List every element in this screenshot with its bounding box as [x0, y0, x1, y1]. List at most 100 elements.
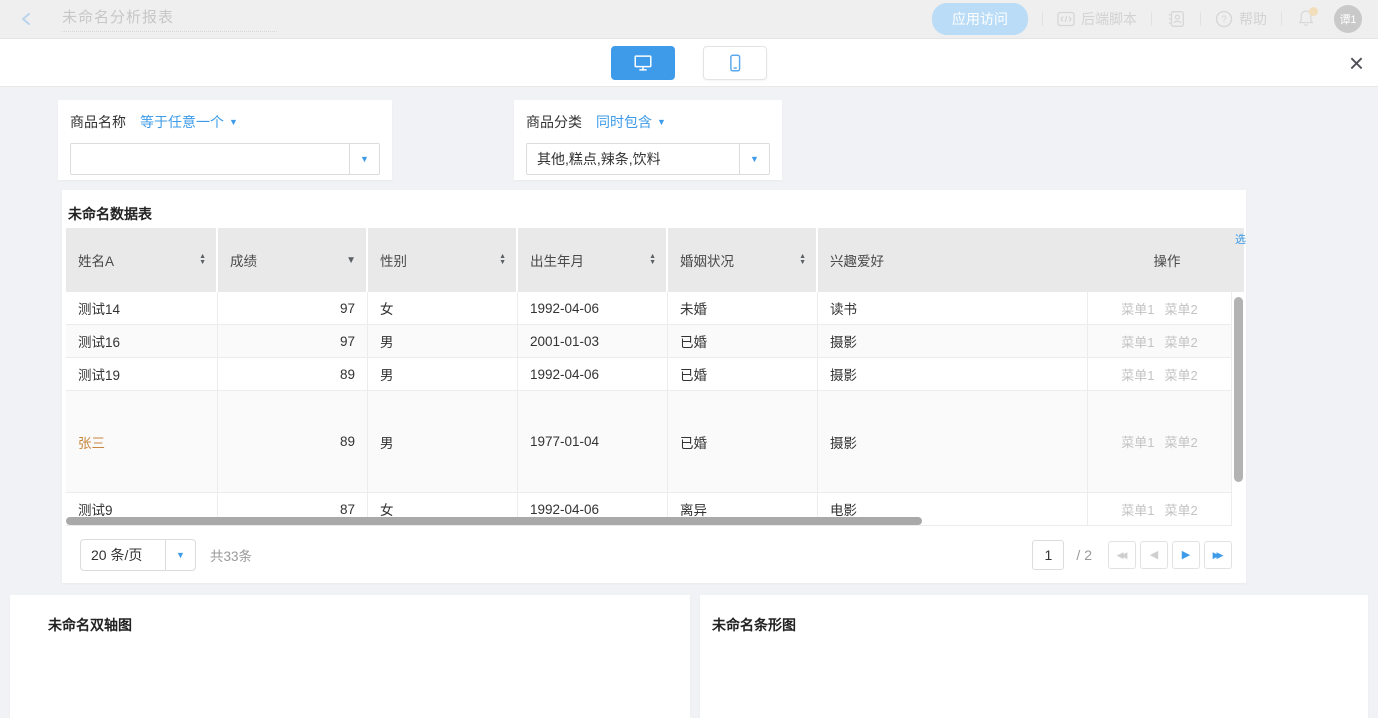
horizontal-scrollbar[interactable]: [66, 517, 922, 525]
table-cell: 已婚: [668, 391, 818, 493]
table-cell: 男: [368, 391, 518, 493]
row-action-link[interactable]: 菜单1: [1121, 432, 1154, 451]
row-action-link[interactable]: 菜单1: [1121, 299, 1154, 318]
table-cell: 已婚: [668, 325, 818, 358]
filter-value: 其他,糕点,辣条,饮料: [527, 144, 739, 174]
select-arrow[interactable]: ▼: [739, 144, 769, 174]
page-total: / 2: [1076, 547, 1092, 563]
sort-icon[interactable]: ▲▼: [649, 254, 656, 266]
row-action-link[interactable]: 菜单2: [1165, 365, 1198, 384]
table-cell: 2001-01-03: [518, 325, 668, 358]
table-cell: 已婚: [668, 358, 818, 391]
table-cell: 89: [218, 358, 368, 391]
row-action-link[interactable]: 菜单2: [1165, 299, 1198, 318]
desktop-preview-button[interactable]: [611, 46, 675, 80]
header-divider: [1281, 12, 1282, 26]
filter-card-product-category: 商品分类 同时包含 ▼ 其他,糕点,辣条,饮料 ▼: [514, 100, 782, 180]
table-cell: 测试16: [66, 325, 218, 358]
first-page-button[interactable]: ◀◀: [1108, 541, 1136, 569]
filter-operator-dropdown[interactable]: 同时包含 ▼: [596, 112, 666, 132]
caret-down-icon: ▼: [176, 551, 185, 560]
svg-text:?: ?: [1221, 15, 1227, 26]
table-cell: 97: [218, 292, 368, 325]
table-cell: 1992-04-06: [518, 292, 668, 325]
user-avatar[interactable]: 谭1: [1334, 5, 1362, 33]
sort-desc-icon[interactable]: ▼: [346, 255, 356, 266]
filter-value-select[interactable]: 其他,糕点,辣条,饮料 ▼: [526, 143, 770, 175]
table-title: 未命名数据表: [68, 204, 152, 224]
row-action-link[interactable]: 菜单2: [1165, 332, 1198, 351]
prev-page-button[interactable]: ◀: [1140, 541, 1168, 569]
first-page-icon: ◀◀: [1117, 551, 1128, 560]
filter-value-select[interactable]: ▼: [70, 143, 380, 175]
header-divider: [1200, 12, 1201, 26]
table-row: 张三 89男1977-01-04已婚摄影 菜单1 菜单2: [66, 391, 1232, 493]
column-header-5: 兴趣爱好: [818, 228, 1088, 292]
row-action-link[interactable]: 菜单1: [1121, 365, 1154, 384]
sort-icon[interactable]: ▲▼: [799, 254, 806, 266]
app-access-button[interactable]: 应用访问: [932, 3, 1028, 35]
pagination-bar: 20 条/页 ▼ 共33条 / 2 ◀◀ ◀ ▶ ▶▶: [66, 527, 1246, 583]
filter-card-product-name: 商品名称 等于任意一个 ▼ ▼: [58, 100, 392, 180]
table-cell: 摄影: [818, 325, 1088, 358]
row-action-link[interactable]: 菜单2: [1165, 432, 1198, 451]
column-header-0[interactable]: 姓名A ▲▼: [66, 228, 216, 292]
page-size-select[interactable]: 20 条/页 ▼: [80, 539, 196, 571]
sort-icon[interactable]: ▲▼: [199, 254, 206, 266]
column-header-2[interactable]: 性别▲▼: [368, 228, 516, 292]
vertical-scrollbar[interactable]: [1234, 297, 1243, 482]
last-page-button[interactable]: ▶▶: [1204, 541, 1232, 569]
row-action-link[interactable]: 菜单1: [1121, 332, 1154, 351]
column-label: 出生年月: [530, 250, 584, 270]
filter-operator-dropdown[interactable]: 等于任意一个 ▼: [140, 112, 238, 132]
row-action-link[interactable]: 菜单2: [1165, 500, 1198, 519]
drill-link[interactable]: 张三: [78, 432, 105, 452]
chart-title: 未命名双轴图: [10, 595, 690, 635]
filter-value: [71, 144, 349, 174]
select-arrow[interactable]: ▼: [349, 144, 379, 174]
table-cell: 张三: [66, 391, 218, 493]
contacts-button[interactable]: [1166, 9, 1186, 29]
report-title[interactable]: 未命名分析报表: [62, 6, 277, 32]
column-label: 姓名A: [78, 250, 114, 270]
column-header-1[interactable]: 成绩▼: [218, 228, 366, 292]
filter-label: 商品分类: [526, 112, 582, 132]
backend-script-button[interactable]: 后端脚本: [1057, 9, 1137, 29]
table-row: 测试1697男2001-01-03已婚摄影菜单1菜单2: [66, 325, 1232, 358]
column-header-3[interactable]: 出生年月 ▲▼: [518, 228, 666, 292]
address-book-icon: [1166, 9, 1186, 29]
backend-script-label: 后端脚本: [1081, 9, 1137, 29]
table-cell: 摄影: [818, 358, 1088, 391]
actions-cell: 菜单1 菜单2: [1088, 493, 1232, 526]
next-page-button[interactable]: ▶: [1172, 541, 1200, 569]
actions-cell: 菜单1 菜单2: [1088, 292, 1232, 325]
mobile-icon: [724, 52, 746, 74]
page-number-input[interactable]: [1032, 540, 1064, 570]
table-cell: 89: [218, 391, 368, 493]
back-button[interactable]: [16, 8, 38, 30]
dual-axis-chart-card: 未命名双轴图: [10, 595, 690, 718]
last-page-icon: ▶▶: [1213, 551, 1224, 560]
column-header-4[interactable]: 婚姻状况▲▼: [668, 228, 816, 292]
table-row: 测试1497女1992-04-06未婚读书菜单1菜单2: [66, 292, 1232, 325]
clipped-column-settings[interactable]: 选择: [1235, 231, 1246, 247]
header-divider: [1151, 12, 1152, 26]
next-page-icon: ▶: [1182, 550, 1190, 561]
table-cell: 摄影: [818, 391, 1088, 493]
notifications-button[interactable]: [1296, 8, 1318, 30]
table-row: 测试1989男1992-04-06已婚摄影菜单1菜单2: [66, 358, 1232, 391]
select-arrow[interactable]: ▼: [165, 540, 195, 570]
actions-cell: 菜单1 菜单2: [1088, 391, 1232, 493]
mobile-preview-button[interactable]: [703, 46, 767, 80]
page-size-value: 20 条/页: [81, 540, 165, 570]
table-cell: 1977-01-04: [518, 391, 668, 493]
caret-down-icon: ▼: [229, 118, 238, 127]
sort-icon[interactable]: ▲▼: [499, 254, 506, 266]
row-action-link[interactable]: 菜单1: [1121, 500, 1154, 519]
help-button[interactable]: ? 帮助: [1215, 9, 1267, 29]
close-preview-button[interactable]: ×: [1349, 50, 1364, 76]
filter-operator-label: 同时包含: [596, 112, 652, 132]
caret-down-icon: ▼: [657, 118, 666, 127]
table-cell: 未婚: [668, 292, 818, 325]
filter-operator-label: 等于任意一个: [140, 112, 224, 132]
